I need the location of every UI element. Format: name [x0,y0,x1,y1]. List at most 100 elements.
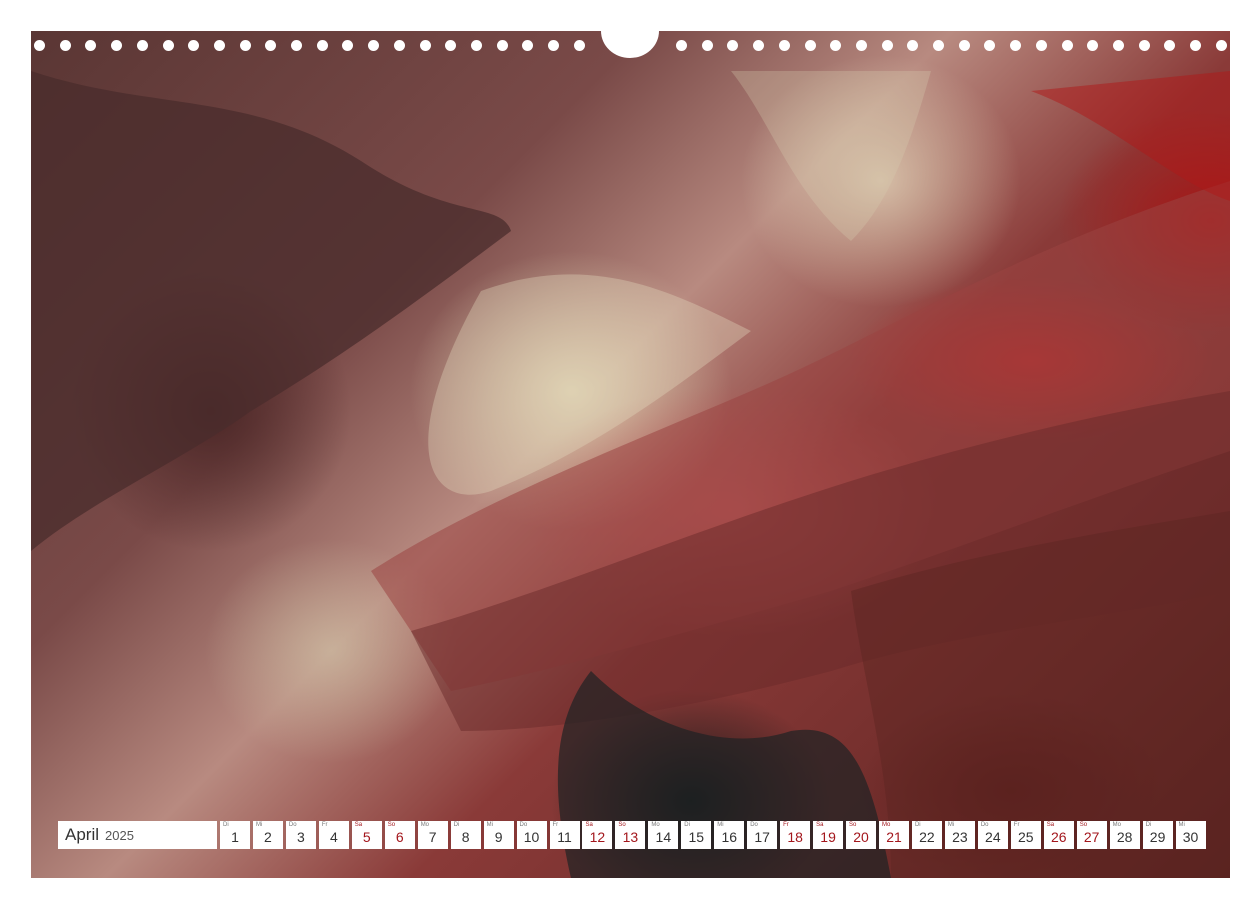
day-number: 10 [523,829,540,845]
month-name: April [65,825,100,844]
day-cell: Mi 16 [714,821,745,849]
day-abbr: So [618,822,626,828]
day-cell: Mi 23 [944,821,975,849]
day-abbr: Mi [947,822,955,828]
binding-hole [522,40,534,51]
day-number: 27 [1083,829,1100,845]
binding-hole [265,40,277,51]
canyon-photo [31,31,1230,878]
binding-hole [316,40,328,51]
day-number: 9 [494,829,503,845]
day-cell: Mo 28 [1109,821,1140,849]
binding-hole [1061,40,1073,51]
binding-hole [470,40,482,51]
day-number: 23 [952,829,968,845]
month-year: 2025 [105,827,134,843]
binding-hole [162,40,174,51]
binding-hole [85,40,97,51]
binding-hole [804,40,816,51]
day-abbr: So [387,822,396,828]
day-abbr: Di [914,822,921,828]
day-cell: Do 24 [977,821,1008,849]
day-abbr: Mo [651,822,660,828]
binding-hole [727,40,739,51]
day-number: 3 [296,829,305,845]
day-abbr: Mo [882,822,891,828]
day-abbr: Di [684,822,690,828]
binding-hole [778,40,790,51]
day-number: 11 [557,829,572,845]
binding-hole [342,40,354,51]
day-cell: Do 17 [747,821,778,849]
day-abbr: Sa [354,822,363,828]
binding-hole [59,40,71,51]
day-cell: Sa 12 [582,821,613,849]
day-cell: Fr 18 [780,821,811,849]
day-cell: Mi 2 [252,821,283,849]
month-label: April 2025 [58,821,217,849]
binding-hole [393,40,405,51]
binding-hole [1138,40,1150,51]
binding-hole [548,40,559,51]
day-number: 17 [754,829,770,845]
binding-hole [855,40,867,51]
day-abbr: Do [980,822,989,828]
binding-hole [445,40,457,51]
binding-hole [830,40,842,51]
day-number: 24 [985,829,1001,845]
day-number: 5 [362,829,371,845]
binding-hole [1010,40,1022,51]
day-number: 20 [853,829,869,845]
day-abbr: Mi [717,822,724,828]
day-abbr: Sa [816,822,824,828]
day-number: 29 [1149,829,1166,845]
binding-hole [701,40,713,51]
day-cell: Sa 5 [351,821,382,849]
day-cell: Mi 9 [483,821,514,849]
day-number: 8 [461,829,470,845]
binding-hole [111,40,123,51]
day-cell: Fr 4 [318,821,349,849]
day-cell: Di 15 [681,821,712,849]
binding-hole [419,40,431,51]
day-abbr: Di [1145,822,1152,828]
day-cell: Do 10 [516,821,547,849]
day-cell: Sa 19 [813,821,844,849]
day-abbr: So [1079,822,1088,828]
binding-hole [907,40,919,51]
binding-hole [933,40,944,51]
day-cell: Mi 30 [1175,821,1206,849]
day-number: 26 [1050,829,1067,845]
day-number: 28 [1116,829,1133,845]
binding-hole [1087,40,1099,51]
binding-hole [573,40,585,51]
day-abbr: Do [519,822,528,828]
binding-hole [1035,40,1047,51]
day-abbr: Sa [585,822,593,828]
binding-hole [1164,40,1176,51]
binding-hole [291,40,302,51]
binding-hole [213,40,225,51]
day-number: 22 [919,829,935,845]
day-number: 25 [1018,829,1034,845]
binding-hole [753,40,765,51]
day-number: 15 [688,829,705,845]
binding-hole [676,40,687,51]
day-number: 18 [787,829,803,845]
day-abbr: Fr [321,822,328,828]
day-number: 7 [428,829,437,845]
day-number: 21 [886,829,902,845]
day-abbr: Di [223,822,229,828]
day-abbr: Do [288,822,297,828]
binding-hole [984,40,996,51]
binding-hole [496,40,508,51]
day-cell: Di 29 [1142,821,1173,849]
day-cell: Fr 25 [1010,821,1041,849]
day-cell: Di 1 [220,821,250,849]
day-abbr: So [849,822,857,828]
day-abbr: Mi [255,822,263,828]
day-abbr: Mi [1178,822,1185,828]
day-cell: So 6 [384,821,415,849]
day-number: 16 [721,829,738,845]
binding-hole [881,40,893,51]
